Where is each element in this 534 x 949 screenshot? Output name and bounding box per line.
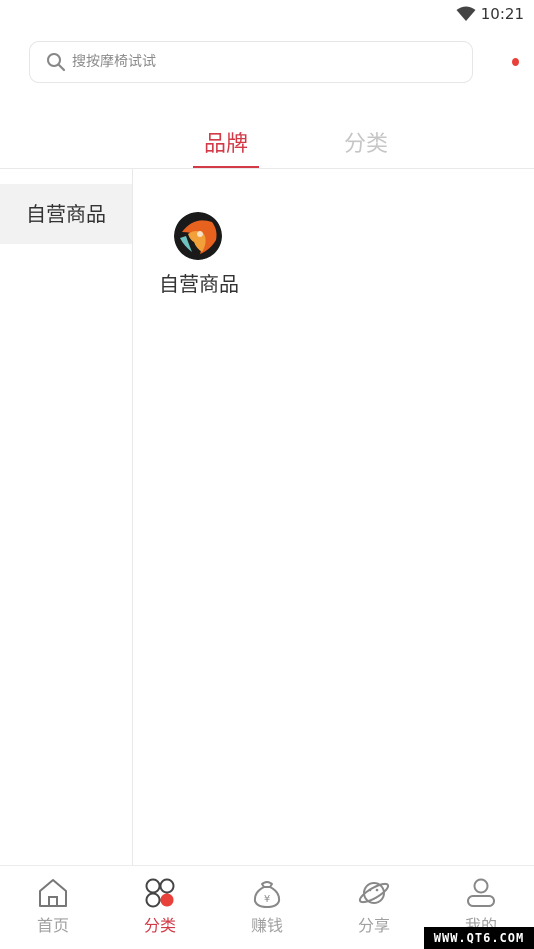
tab-bar: 品牌 分类 <box>0 120 534 169</box>
svg-text:¥: ¥ <box>264 894 270 905</box>
nav-share[interactable]: 分享 <box>321 876 427 946</box>
nav-share-label: 分享 <box>357 916 390 935</box>
category-icon <box>145 878 175 908</box>
nav-home[interactable]: 首页 <box>0 876 106 946</box>
profile-icon <box>467 878 495 907</box>
tab-category[interactable]: 分类 <box>333 126 399 158</box>
nav-category-label: 分类 <box>143 916 176 935</box>
nav-category[interactable]: 分类 <box>107 876 213 946</box>
nav-earn[interactable]: ¥ 赚钱 <box>214 876 320 946</box>
wifi-icon <box>456 6 476 21</box>
status-time: 10:21 <box>480 5 524 23</box>
nav-earn-label: 赚钱 <box>250 916 283 935</box>
home-icon <box>39 879 67 907</box>
search-input[interactable] <box>72 42 462 82</box>
money-bag-icon: ¥ <box>253 881 281 909</box>
status-bar: 10:21 <box>0 0 534 28</box>
brand-item[interactable]: 自营商品 <box>150 210 248 300</box>
nav-home-label: 首页 <box>36 916 69 935</box>
search-icon <box>47 53 66 72</box>
watermark: WWW.QT6.COM <box>424 927 534 949</box>
active-tab-indicator <box>193 166 259 168</box>
search-box[interactable] <box>29 41 473 83</box>
planet-icon <box>358 882 390 904</box>
tab-brand[interactable]: 品牌 <box>193 126 259 158</box>
brand-logo <box>174 212 222 260</box>
category-sidebar: 自营商品 <box>0 169 133 866</box>
notification-dot[interactable] <box>512 58 519 66</box>
sidebar-item-self-operated[interactable]: 自营商品 <box>0 184 132 244</box>
brand-name: 自营商品 <box>159 272 239 296</box>
